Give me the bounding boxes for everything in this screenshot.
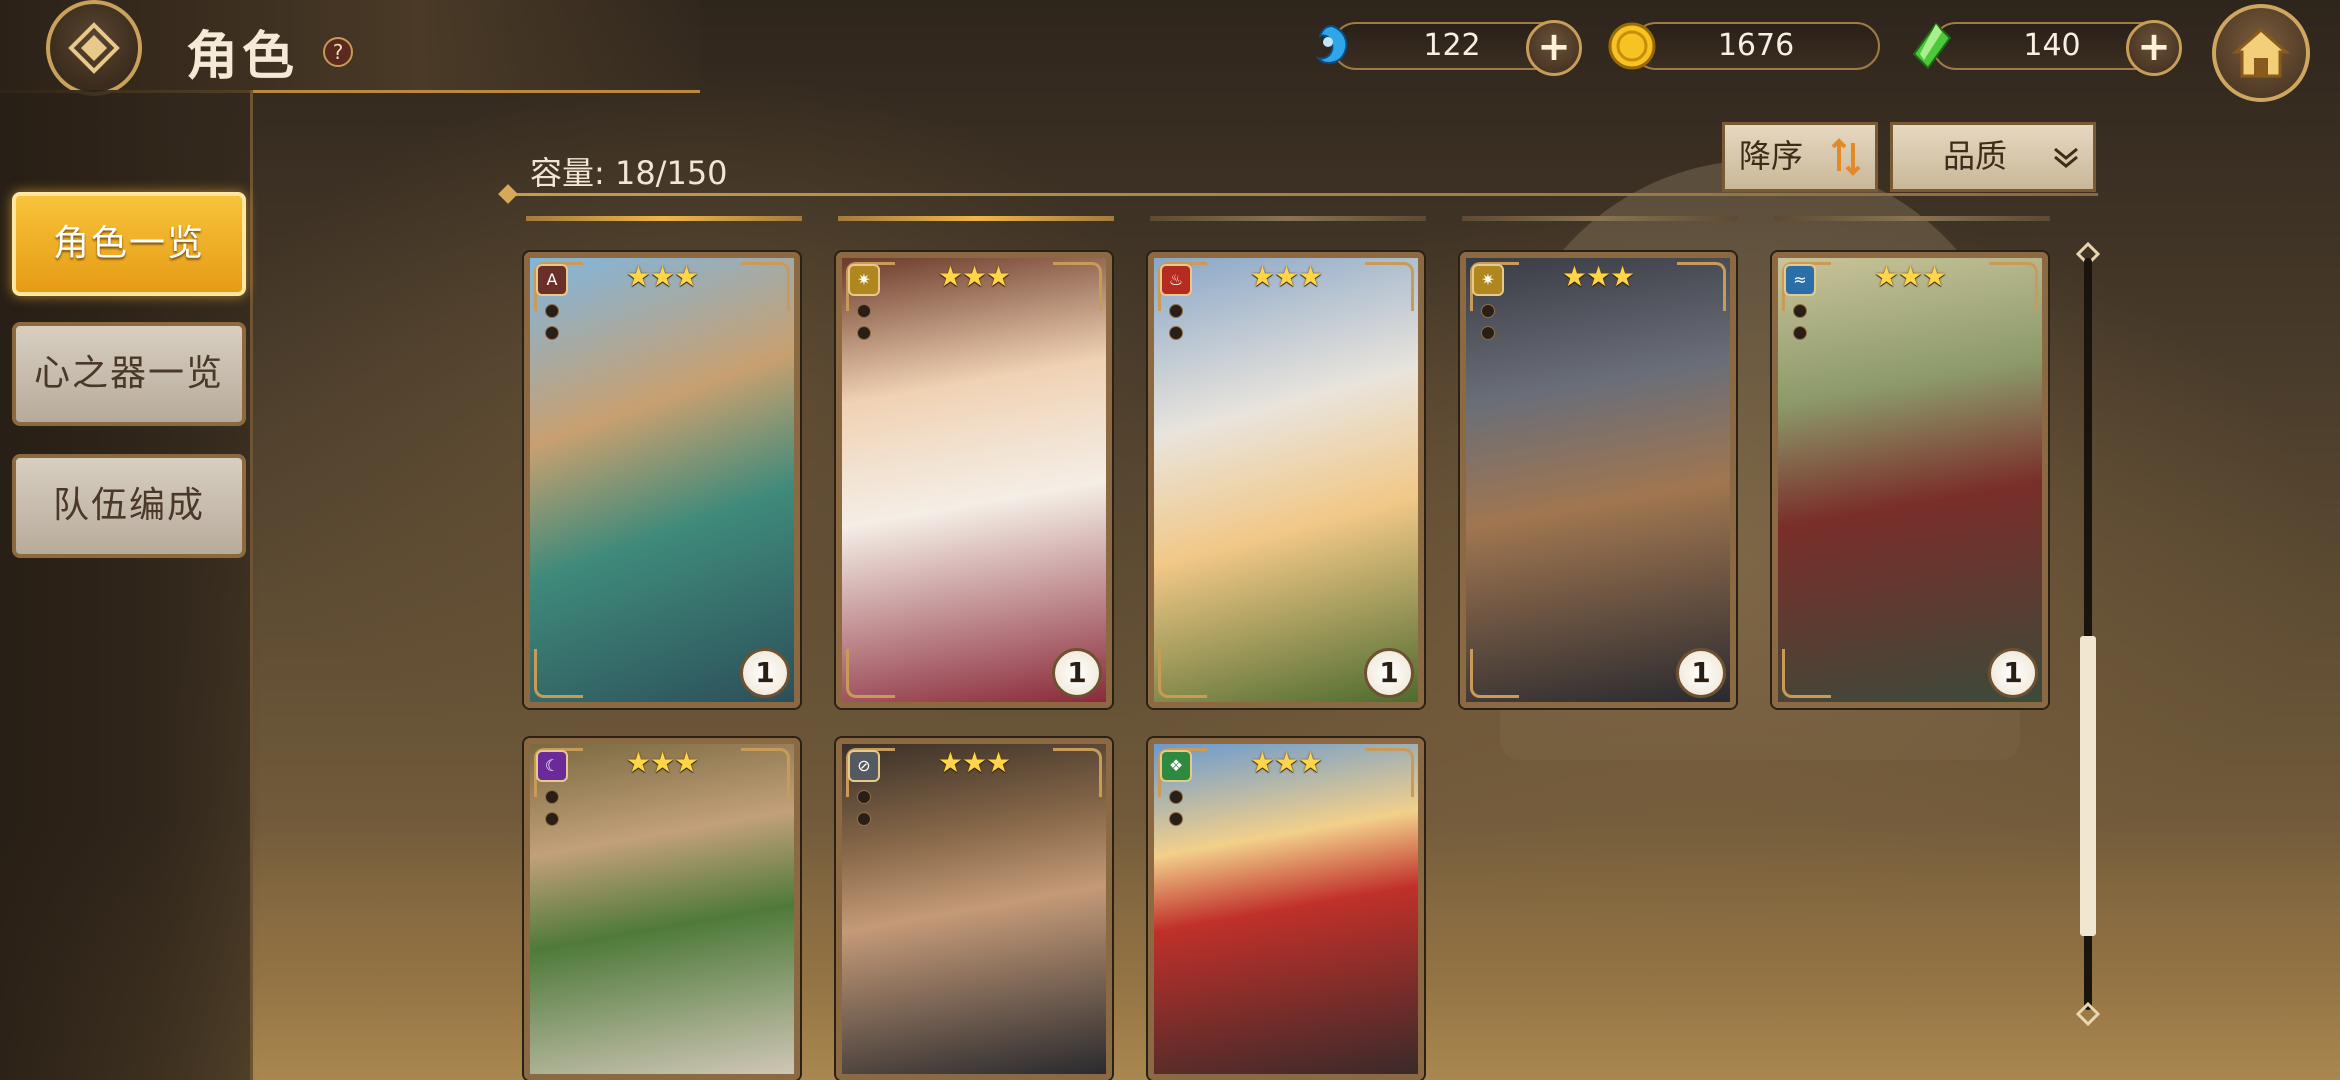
character-card[interactable]: ☾ ★★★ [524, 738, 800, 1080]
quality-filter-dropdown[interactable]: 品质 [1890, 122, 2096, 192]
filter-label: 品质 [1943, 137, 2008, 175]
sort-order-button[interactable]: 降序 [1722, 122, 1878, 192]
count-badge: 1 [1052, 648, 1102, 698]
tab-character-list[interactable]: 角色一览 [12, 192, 246, 296]
back-button[interactable] [46, 0, 142, 96]
frame-corner [1782, 649, 1831, 698]
rarity-stars: ★★★ [1561, 260, 1635, 293]
rarity-stars: ★★★ [937, 260, 1011, 293]
card-top-line [1774, 216, 2050, 221]
scroll-thumb[interactable] [2080, 636, 2096, 936]
sort-label: 降序 [1739, 137, 1804, 175]
rarity-stars: ★★★ [625, 260, 699, 293]
slot-dots [1169, 304, 1183, 348]
rarity-stars: ★★★ [1873, 260, 1947, 293]
slot-dots [1169, 790, 1183, 834]
slot-dots [1793, 304, 1807, 348]
frame-corner [1158, 649, 1207, 698]
scroll-cap-bottom-icon [2076, 1002, 2100, 1026]
divider-diamond-icon [498, 184, 518, 204]
card-top-line [526, 216, 802, 221]
chevron-down-icon [2054, 147, 2078, 168]
character-portrait [842, 258, 1106, 702]
character-card[interactable]: ❖ ★★★ [1148, 738, 1424, 1080]
home-icon [2232, 28, 2290, 78]
character-portrait [1778, 258, 2042, 702]
sort-arrows-icon [1831, 138, 1861, 176]
page-title: 角色 [186, 27, 299, 87]
home-button[interactable] [2212, 4, 2310, 102]
tab-heart-vessel-list[interactable]: 心之器一览 [12, 322, 246, 426]
card-top-line [838, 216, 1114, 221]
character-portrait [1466, 258, 1730, 702]
help-icon[interactable]: ? [323, 37, 353, 67]
slot-dots [545, 304, 559, 348]
rarity-stars: ★★★ [1249, 746, 1323, 779]
blue-gem-icon [1315, 24, 1348, 64]
character-card[interactable]: A ★★★ 1 [524, 252, 800, 708]
add-blue-gem-button[interactable]: + [1526, 20, 1582, 76]
diamond-back-icon [68, 22, 120, 74]
gold-coin-icon [1608, 22, 1656, 70]
character-portrait [530, 258, 794, 702]
rarity-stars: ★★★ [625, 746, 699, 779]
character-card[interactable]: ✷ ★★★ 1 [1460, 252, 1736, 708]
capacity-label: 容量: 18/150 [530, 154, 728, 192]
slot-dots [857, 790, 871, 834]
count-badge: 1 [1988, 648, 2038, 698]
tab-team-formation[interactable]: 队伍编成 [12, 454, 246, 558]
slot-dots [1481, 304, 1495, 348]
currency-value: 1676 [1632, 22, 1880, 70]
card-top-line [1150, 216, 1426, 221]
toolbar-divider [508, 193, 2098, 196]
frame-corner [846, 649, 895, 698]
count-badge: 1 [1676, 648, 1726, 698]
count-badge: 1 [740, 648, 790, 698]
character-card[interactable]: ⊘ ★★★ [836, 738, 1112, 1080]
character-portrait [1154, 258, 1418, 702]
character-card[interactable]: ♨ ★★★ 1 [1148, 252, 1424, 708]
character-card[interactable]: ✷ ★★★ 1 [836, 252, 1112, 708]
character-card[interactable]: ≈ ★★★ 1 [1772, 252, 2048, 708]
frame-corner [1470, 649, 1519, 698]
slot-dots [857, 304, 871, 348]
rarity-stars: ★★★ [1249, 260, 1323, 293]
count-badge: 1 [1364, 648, 1414, 698]
add-green-crystal-button[interactable]: + [2126, 20, 2182, 76]
slot-dots [545, 790, 559, 834]
frame-corner [534, 649, 583, 698]
card-top-line [1462, 216, 1738, 221]
rarity-stars: ★★★ [937, 746, 1011, 779]
green-crystal-icon [1912, 22, 1952, 70]
